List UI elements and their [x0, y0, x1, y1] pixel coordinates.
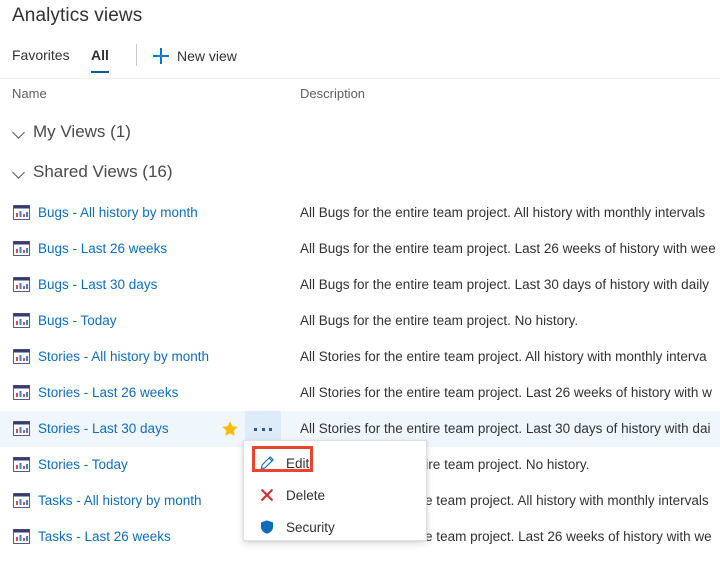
- view-description: All Stories for the entire team project.…: [300, 385, 712, 400]
- report-icon: [13, 277, 30, 292]
- report-icon: [13, 205, 30, 220]
- view-description: All Bugs for the entire team project. No…: [300, 313, 579, 328]
- table-row[interactable]: Bugs - All history by month All Bugs for …: [0, 195, 720, 231]
- menu-item-delete-label: Delete: [286, 487, 326, 503]
- table-row[interactable]: Bugs - Last 30 days All Bugs for the enti…: [0, 267, 720, 303]
- shield-icon: [259, 519, 275, 535]
- view-name-link[interactable]: Tasks - All history by month: [38, 493, 202, 508]
- context-menu: Edit Delete Security: [243, 440, 427, 541]
- favorite-star-icon[interactable]: [221, 420, 239, 438]
- pencil-icon: [259, 455, 275, 471]
- menu-item-edit-label: Edit: [286, 455, 310, 471]
- table-row[interactable]: Bugs - Today All Bugs for the entire team…: [0, 303, 720, 339]
- menu-item-delete[interactable]: Delete: [244, 479, 426, 511]
- view-name-link[interactable]: Bugs - Last 26 weeks: [38, 241, 167, 256]
- report-icon: [13, 349, 30, 364]
- table-row[interactable]: Bugs - Last 26 weeks All Bugs for the ent…: [0, 231, 720, 267]
- menu-item-edit[interactable]: Edit: [244, 447, 426, 479]
- report-icon: [13, 457, 30, 472]
- view-name-link[interactable]: Stories - Last 30 days: [38, 421, 169, 436]
- report-icon: [13, 385, 30, 400]
- report-icon: [13, 421, 30, 436]
- view-description: All Bugs for the entire team project. Al…: [300, 205, 706, 220]
- report-icon: [13, 529, 30, 544]
- view-description: All Stories for the entire team project.…: [300, 349, 707, 364]
- report-icon: [13, 313, 30, 328]
- view-name-link[interactable]: Stories - Last 26 weeks: [38, 385, 178, 400]
- view-description: All Bugs for the entire team project. La…: [300, 277, 709, 292]
- view-name-link[interactable]: Bugs - Last 30 days: [38, 277, 157, 292]
- view-description: All Bugs for the entire team project. La…: [300, 241, 716, 256]
- x-icon: [259, 487, 275, 503]
- table-row[interactable]: Stories - Last 26 weeks All Stories for t…: [0, 375, 720, 411]
- view-name-link[interactable]: Bugs - All history by month: [38, 205, 198, 220]
- report-icon: [13, 493, 30, 508]
- ellipsis-icon: [254, 427, 272, 431]
- view-name-link[interactable]: Tasks - Last 26 weeks: [38, 529, 171, 544]
- view-name-link[interactable]: Bugs - Today: [38, 313, 117, 328]
- report-icon: [13, 241, 30, 256]
- view-description: All Stories for the entire team project.…: [300, 421, 711, 436]
- menu-item-security-label: Security: [286, 519, 335, 535]
- menu-item-security[interactable]: Security: [244, 511, 426, 543]
- view-name-link[interactable]: Stories - Today: [38, 457, 128, 472]
- view-name-link[interactable]: Stories - All history by month: [38, 349, 209, 364]
- table-row[interactable]: Stories - All history by month All Storie…: [0, 339, 720, 375]
